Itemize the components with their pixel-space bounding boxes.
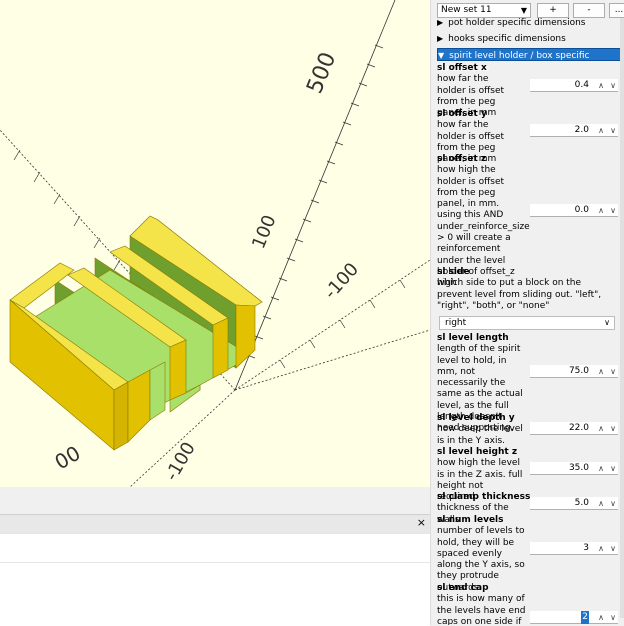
param-name: sl offset x <box>437 63 487 73</box>
z-axis-line <box>234 329 430 391</box>
customizer-toolbar: New set 11 ▼ + - ... <box>431 0 624 18</box>
chevron-down-icon[interactable]: ∨ <box>610 497 616 510</box>
more-button[interactable]: ... <box>609 3 624 18</box>
chevron-down-icon[interactable]: ∨ <box>610 79 616 92</box>
chevron-down-icon[interactable]: ∨ <box>610 124 616 137</box>
field-value: 0.4 <box>574 80 589 90</box>
chevron-down-icon: ∨ <box>604 318 610 327</box>
chevron-down-icon[interactable]: ∨ <box>610 365 616 378</box>
field-value: 35.0 <box>568 463 589 473</box>
chevron-up-icon[interactable]: ∧ <box>598 462 604 475</box>
triangle-right-icon: ▶ <box>437 18 444 27</box>
param-name: sl offset z <box>437 154 487 164</box>
sl-clamp-thickness-field[interactable]: 5.0 ∧ ∨ <box>530 497 618 510</box>
preset-select-value: New set 11 <box>441 5 492 15</box>
console-panel: × <box>0 487 430 626</box>
param-desc: which side to put a block on the prevent… <box>437 278 602 311</box>
viewport-canvas[interactable]: 500 100 -100 -100 00 <box>0 0 430 487</box>
sl-offset-y-field[interactable]: 2.0 ∧ ∨ <box>530 124 618 137</box>
spirit-level-holder-model[interactable] <box>9 215 263 451</box>
param-desc: how deep the level is in the Y axis. <box>437 424 523 446</box>
sl-side-select[interactable]: right ∨ <box>439 316 615 330</box>
sl-level-depth-y-field[interactable]: 22.0 ∧ ∨ <box>530 422 618 435</box>
field-value: 2.0 <box>574 125 589 135</box>
chevron-up-icon[interactable]: ∧ <box>598 611 604 624</box>
3d-viewport[interactable]: 500 100 -100 -100 00 <box>0 0 430 487</box>
param-name: sl level height z <box>437 447 518 457</box>
param-name: sl num levels <box>437 515 504 525</box>
field-value: 22.0 <box>568 423 589 433</box>
param-sl-side: sl side which side to put a block on the… <box>437 267 623 312</box>
axis-label-500: 500 <box>302 49 341 97</box>
remove-preset-button[interactable]: - <box>573 3 605 18</box>
param-desc: this is how many of the levels have end … <box>437 594 526 625</box>
sl-level-length-field[interactable]: 75.0 ∧ ∨ <box>530 365 618 378</box>
field-value: 0.0 <box>574 205 589 215</box>
close-icon[interactable]: × <box>417 516 426 530</box>
group-label: pot holder specific dimensions <box>448 18 586 28</box>
chevron-down-icon[interactable]: ∨ <box>610 422 616 435</box>
console-divider <box>0 562 430 563</box>
customizer-scrollbar[interactable] <box>620 18 624 618</box>
console-output[interactable] <box>0 533 430 626</box>
chevron-down-icon: ▼ <box>520 6 527 15</box>
chevron-up-icon[interactable]: ∧ <box>598 365 604 378</box>
chevron-down-icon[interactable]: ∨ <box>610 611 616 624</box>
param-name: sl end cap <box>437 583 489 593</box>
group-label: hooks specific dimensions <box>448 34 566 44</box>
chevron-down-icon[interactable]: ∨ <box>610 542 616 555</box>
preset-select[interactable]: New set 11 ▼ <box>437 3 531 18</box>
axis-label-neg-100-x: -100 <box>320 259 363 303</box>
sl-end-cap-field[interactable]: 2 ∧ ∨ <box>530 611 618 624</box>
sl-offset-z-field[interactable]: 0.0 ∧ ∨ <box>530 204 618 217</box>
param-name: sl offset y <box>437 109 487 119</box>
param-name: sl level length <box>437 333 509 343</box>
chevron-up-icon[interactable]: ∧ <box>598 79 604 92</box>
triangle-down-icon: ▼ <box>438 51 445 60</box>
param-name: sl side <box>437 267 470 277</box>
group-pot-holder[interactable]: ▶ pot holder specific dimensions <box>437 18 621 28</box>
chevron-up-icon[interactable]: ∧ <box>598 422 604 435</box>
chevron-up-icon[interactable]: ∧ <box>598 497 604 510</box>
customizer-panel: New set 11 ▼ + - ... ▶ pot holder specifi… <box>430 0 624 625</box>
field-value: 3 <box>583 543 589 553</box>
field-value: 5.0 <box>574 498 589 508</box>
console-titlebar: × <box>0 514 430 534</box>
neg-x-axis-ticks <box>13 149 141 293</box>
select-value: right <box>445 318 467 328</box>
field-value: 2 <box>581 611 589 624</box>
triangle-right-icon: ▶ <box>437 34 444 43</box>
axis-label-00: 00 <box>51 441 85 475</box>
sl-level-height-z-field[interactable]: 35.0 ∧ ∨ <box>530 462 618 475</box>
chevron-down-icon[interactable]: ∨ <box>610 204 616 217</box>
axes <box>0 0 430 487</box>
axis-label-100: 100 <box>248 212 280 252</box>
add-preset-button[interactable]: + <box>537 3 569 18</box>
group-hooks[interactable]: ▶ hooks specific dimensions <box>437 32 621 45</box>
sl-num-levels-field[interactable]: 3 ∧ ∨ <box>530 542 618 555</box>
chevron-up-icon[interactable]: ∧ <box>598 204 604 217</box>
chevron-down-icon[interactable]: ∨ <box>610 462 616 475</box>
chevron-up-icon[interactable]: ∧ <box>598 124 604 137</box>
field-value: 75.0 <box>568 366 589 376</box>
axis-label-neg-100-z: -100 <box>161 439 200 485</box>
chevron-up-icon[interactable]: ∧ <box>598 542 604 555</box>
sl-offset-x-field[interactable]: 0.4 ∧ ∨ <box>530 79 618 92</box>
group-spirit-level[interactable]: ▼ spirit level holder / box specific dime… <box>437 48 621 74</box>
